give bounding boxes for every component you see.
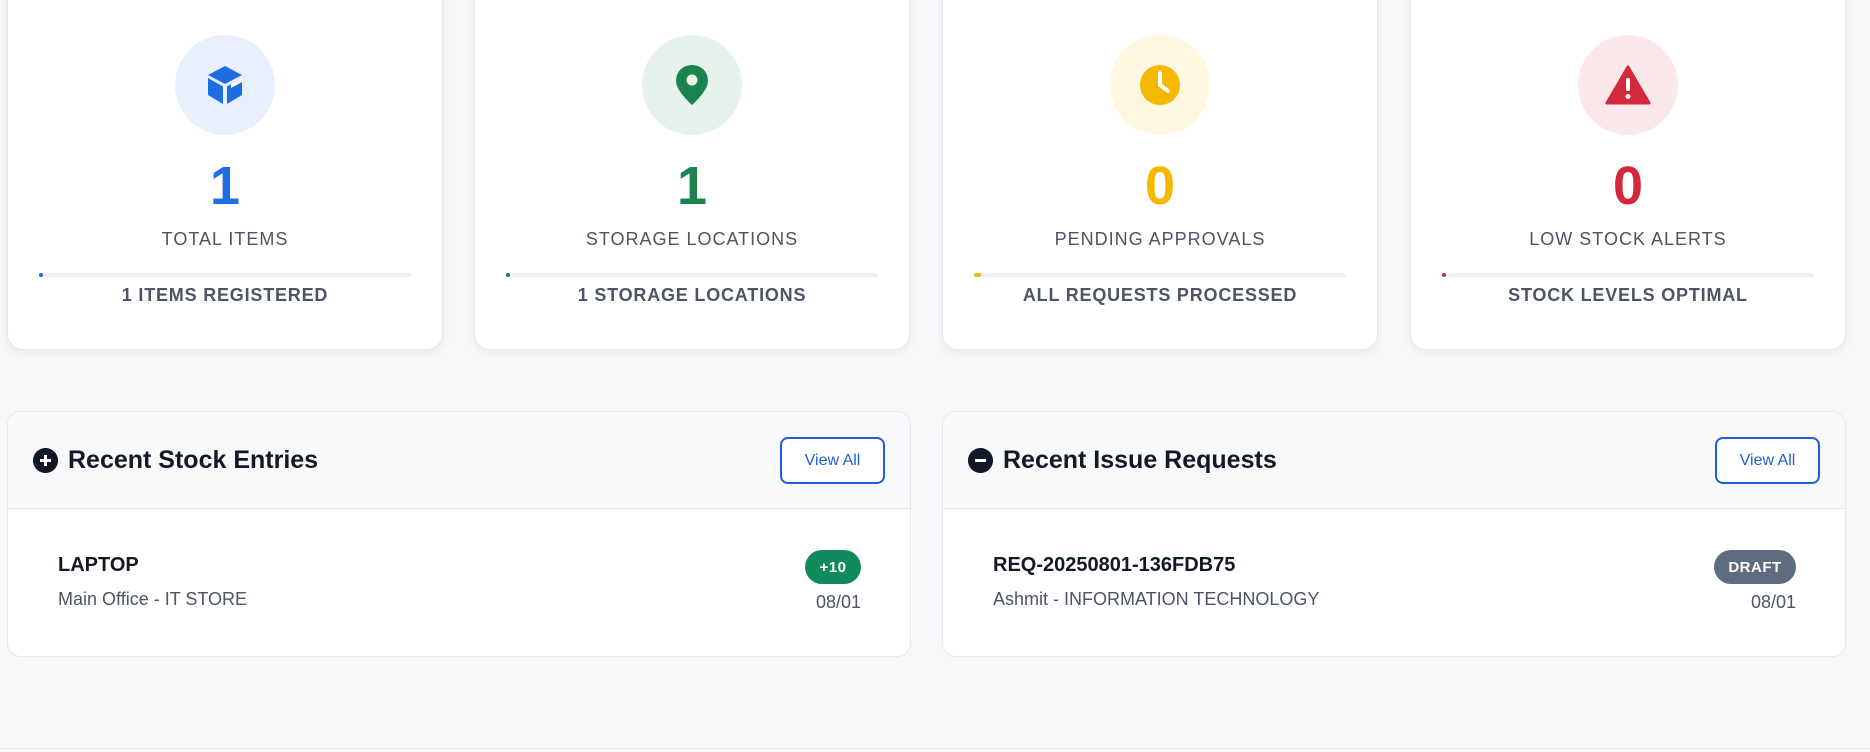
entry-date: 08/01 <box>815 592 861 612</box>
stat-progress-bar <box>974 273 1346 277</box>
recent-issue-requests-panel: Recent Issue Requests View All REQ-20250… <box>942 411 1846 657</box>
entry-subtitle: Main Office - IT STORE <box>58 589 248 609</box>
stat-label: PENDING APPROVALS <box>1054 229 1266 249</box>
entry-subtitle: Ashmit - INFORMATION TECHNOLOGY <box>993 589 1320 609</box>
stat-icon-wrap <box>1578 35 1678 135</box>
panel-header: Recent Stock Entries View All <box>8 412 910 509</box>
stat-label: TOTAL ITEMS <box>161 229 289 249</box>
stat-label: LOW STOCK ALERTS <box>1529 229 1727 249</box>
stat-subtitle: ALL REQUESTS PROCESSED <box>1022 285 1298 305</box>
stat-value: 0 <box>1144 156 1176 216</box>
cube-icon <box>208 66 242 104</box>
stat-icon-wrap <box>175 35 275 135</box>
minus-circle-icon <box>968 448 993 473</box>
view-all-button[interactable]: View All <box>780 437 885 484</box>
stat-icon-wrap <box>1110 35 1210 135</box>
divider <box>0 748 1870 749</box>
stat-progress-fill <box>974 273 982 277</box>
stat-progress-bar <box>39 273 411 277</box>
stat-subtitle: 1 ITEMS REGISTERED <box>121 285 329 305</box>
view-all-button[interactable]: View All <box>1715 437 1820 484</box>
stat-value: 1 <box>676 156 708 216</box>
stat-progress-bar <box>1442 273 1814 277</box>
stat-subtitle: STOCK LEVELS OPTIMAL <box>1508 285 1748 305</box>
stat-value: 0 <box>1612 156 1644 216</box>
entry-title: LAPTOP <box>58 554 139 576</box>
status-badge: DRAFT <box>1714 550 1796 584</box>
stat-label: STORAGE LOCATIONS <box>585 229 799 249</box>
stat-subtitle: 1 STORAGE LOCATIONS <box>577 285 807 305</box>
stat-progress-fill <box>1442 273 1446 277</box>
stat-icon-wrap <box>642 35 742 135</box>
stat-value: 1 <box>209 156 241 216</box>
warning-icon <box>1605 65 1651 105</box>
stat-progress-bar <box>506 273 878 277</box>
quantity-badge: +10 <box>805 550 861 584</box>
plus-circle-icon <box>33 448 58 473</box>
stat-card-storage-locations: 1 STORAGE LOCATIONS 1 STORAGE LOCATIONS <box>474 0 910 350</box>
stat-progress-fill <box>506 273 510 277</box>
map-pin-icon <box>676 65 708 105</box>
recent-stock-entries-panel: Recent Stock Entries View All LAPTOP Mai… <box>7 411 911 657</box>
panel-title: Recent Issue Requests <box>1003 446 1277 474</box>
panel-title: Recent Stock Entries <box>68 446 319 474</box>
stat-card-low-stock-alerts: 0 LOW STOCK ALERTS STOCK LEVELS OPTIMAL <box>1410 0 1846 350</box>
entry-date: 08/01 <box>1750 592 1796 612</box>
clock-icon <box>1140 65 1180 105</box>
stat-card-pending-approvals: 0 PENDING APPROVALS ALL REQUESTS PROCESS… <box>942 0 1378 350</box>
stat-progress-fill <box>39 273 43 277</box>
stat-card-total-items: 1 TOTAL ITEMS 1 ITEMS REGISTERED <box>7 0 443 350</box>
panel-header: Recent Issue Requests View All <box>943 412 1845 509</box>
entry-title: REQ-20250801-136FDB75 <box>993 554 1236 576</box>
